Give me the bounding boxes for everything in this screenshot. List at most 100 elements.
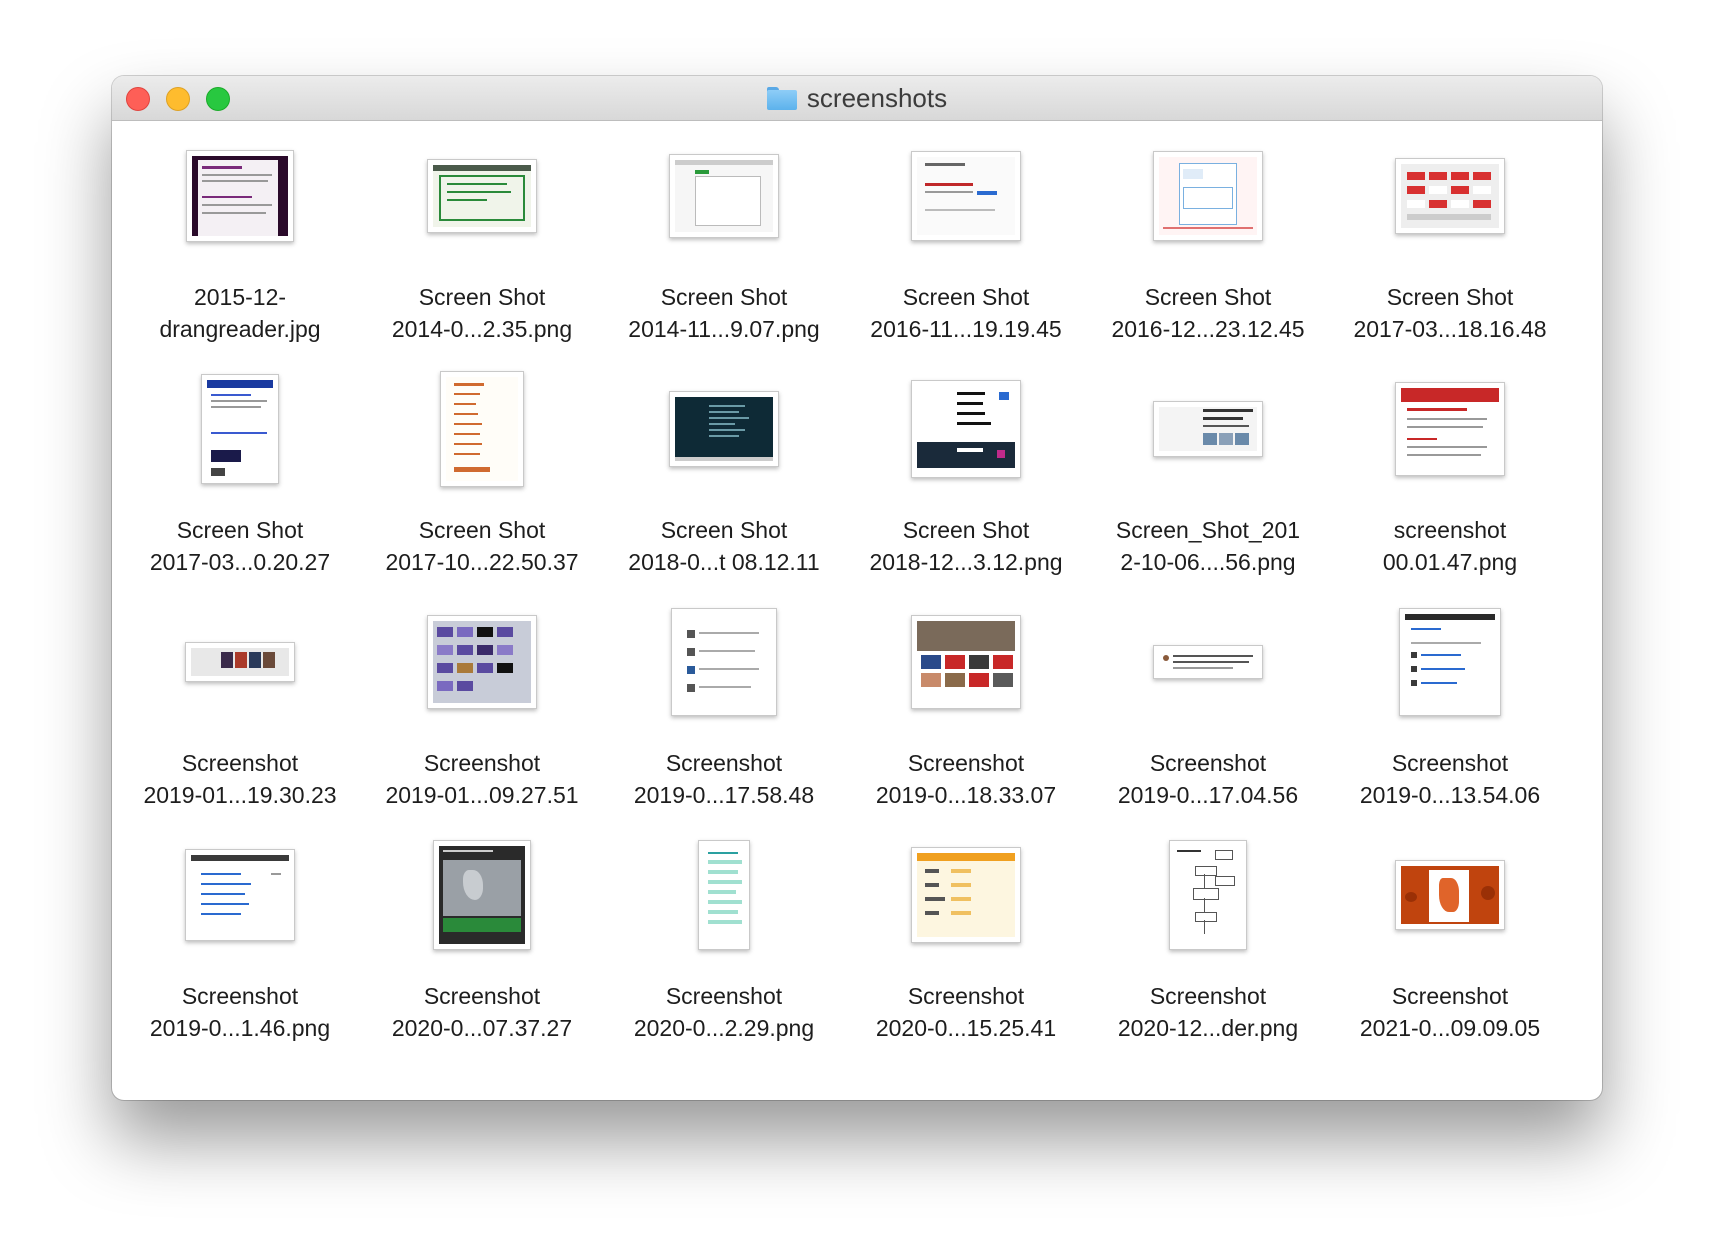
file-name-line2: 2-10-06....56.png (1120, 549, 1296, 575)
file-item[interactable]: Screenshot 2019-0...18.33.07 (845, 587, 1087, 820)
file-name-line2: 2014-0...2.35.png (391, 316, 573, 342)
file-name-line2: 2017-10...22.50.37 (385, 549, 579, 575)
file-item[interactable]: Screen Shot 2014-0...2.35.png (361, 121, 603, 354)
file-item[interactable]: Screen Shot 2017-03...0.20.27 (119, 354, 361, 587)
window-title-group: screenshots (112, 76, 1602, 120)
file-name-line1: Screenshot (907, 983, 1025, 1009)
file-thumbnail[interactable] (911, 847, 1021, 943)
file-name-line1: Screenshot (907, 750, 1025, 776)
file-item[interactable]: Screen Shot 2018-12...3.12.png (845, 354, 1087, 587)
file-item[interactable]: Screenshot 2020-12...der.png (1087, 820, 1329, 1053)
file-item[interactable]: Screen Shot 2017-03...18.16.48 (1329, 121, 1571, 354)
file-thumbnail[interactable] (1153, 645, 1263, 679)
file-thumbnail[interactable] (1395, 382, 1505, 476)
file-name-line2: 2016-12...23.12.45 (1111, 316, 1305, 342)
file-name-line2: 2019-0...18.33.07 (875, 782, 1057, 808)
file-thumbnail[interactable] (186, 150, 294, 242)
file-name-line2: 2019-0...17.58.48 (633, 782, 815, 808)
file-thumbnail[interactable] (911, 151, 1021, 241)
file-name: Screen Shot 2017-10...22.50.37 (361, 514, 603, 578)
file-thumbnail[interactable] (440, 371, 524, 487)
file-thumbnail[interactable] (1169, 840, 1247, 950)
file-thumbnail[interactable] (1395, 860, 1505, 930)
file-thumbnail[interactable] (185, 849, 295, 941)
file-item[interactable]: Screen Shot 2017-10...22.50.37 (361, 354, 603, 587)
file-name-line2: 00.01.47.png (1382, 549, 1518, 575)
file-name: Screen Shot 2014-0...2.35.png (361, 281, 603, 345)
file-name-line2: 2019-01...19.30.23 (143, 782, 337, 808)
file-name: Screen Shot 2017-03...18.16.48 (1329, 281, 1571, 345)
file-thumbnail[interactable] (427, 615, 537, 709)
file-name-line1: Screen Shot (176, 517, 304, 543)
file-thumbnail[interactable] (1399, 608, 1501, 716)
file-name: Screen Shot 2016-12...23.12.45 (1087, 281, 1329, 345)
title-bar[interactable]: screenshots (112, 76, 1602, 121)
file-name-line1: Screenshot (181, 983, 299, 1009)
file-thumbnail[interactable] (698, 840, 750, 950)
file-name: Screen Shot 2017-03...0.20.27 (119, 514, 361, 578)
file-name: Screen Shot 2016-11...19.19.45 (845, 281, 1087, 345)
file-item[interactable]: Screen Shot 2016-11...19.19.45 (845, 121, 1087, 354)
file-item[interactable]: Screen Shot 2014-11...9.07.png (603, 121, 845, 354)
file-name: Screenshot 2021-0...09.09.05 (1329, 980, 1571, 1044)
file-name: screenshot 00.01.47.png (1329, 514, 1571, 578)
file-name: Screenshot 2019-0...18.33.07 (845, 747, 1087, 811)
file-item[interactable]: Screenshot 2021-0...09.09.05 (1329, 820, 1571, 1053)
window-title: screenshots (806, 82, 948, 113)
file-name-line1: Screen Shot (1144, 284, 1272, 310)
file-name-line2: 2014-11...9.07.png (628, 316, 820, 342)
file-name-line2: 2019-0...17.04.56 (1117, 782, 1299, 808)
file-item[interactable]: Screen Shot 2018-0...t 08.12.11 (603, 354, 845, 587)
file-name-line2: 2018-12...3.12.png (869, 549, 1063, 575)
file-name: Screenshot 2019-0...13.54.06 (1329, 747, 1571, 811)
file-thumbnail[interactable] (911, 615, 1021, 709)
file-name: Screenshot 2020-0...15.25.41 (845, 980, 1087, 1044)
file-item[interactable]: Screenshot 2019-01...09.27.51 (361, 587, 603, 820)
file-thumbnail[interactable] (201, 374, 279, 484)
file-name-line1: 2015-12- (193, 284, 287, 310)
file-name-line1: Screenshot (423, 750, 541, 776)
file-thumbnail[interactable] (427, 159, 537, 233)
file-thumbnail[interactable] (1153, 151, 1263, 241)
file-item[interactable]: Screenshot 2019-01...19.30.23 (119, 587, 361, 820)
file-item[interactable]: Screenshot 2019-0...1.46.png (119, 820, 361, 1053)
file-name-line2: 2019-0...13.54.06 (1359, 782, 1541, 808)
folder-icon (766, 86, 797, 110)
file-item[interactable]: Screenshot 2019-0...17.04.56 (1087, 587, 1329, 820)
file-name-line2: 2019-01...09.27.51 (385, 782, 579, 808)
file-item[interactable]: Screenshot 2019-0...13.54.06 (1329, 587, 1571, 820)
file-name: Screen_Shot_201 2-10-06....56.png (1087, 514, 1329, 578)
file-item[interactable]: Screen_Shot_201 2-10-06....56.png (1087, 354, 1329, 587)
file-name-line2: 2019-0...1.46.png (149, 1015, 331, 1041)
file-name-line1: Screenshot (1149, 983, 1267, 1009)
file-name-line1: Screen Shot (660, 517, 788, 543)
file-thumbnail[interactable] (671, 608, 777, 716)
file-item[interactable]: Screenshot 2019-0...17.58.48 (603, 587, 845, 820)
file-name-line1: screenshot (1393, 517, 1507, 543)
file-thumbnail[interactable] (1395, 158, 1505, 234)
file-item[interactable]: Screenshot 2020-0...07.37.27 (361, 820, 603, 1053)
file-name-line2: 2020-0...07.37.27 (391, 1015, 573, 1041)
file-name: Screenshot 2020-12...der.png (1087, 980, 1329, 1044)
file-thumbnail[interactable] (185, 642, 295, 682)
file-item[interactable]: Screenshot 2020-0...2.29.png (603, 820, 845, 1053)
file-item[interactable]: 2015-12- drangreader.jpg (119, 121, 361, 354)
file-grid: 2015-12- drangreader.jpg Screen Shot 201… (112, 121, 1602, 1053)
file-name: Screenshot 2019-0...1.46.png (119, 980, 361, 1044)
file-item[interactable]: Screen Shot 2016-12...23.12.45 (1087, 121, 1329, 354)
file-name-line1: Screen Shot (902, 517, 1030, 543)
file-item[interactable]: Screenshot 2020-0...15.25.41 (845, 820, 1087, 1053)
file-name-line2: 2017-03...18.16.48 (1353, 316, 1547, 342)
file-name-line1: Screenshot (665, 983, 783, 1009)
file-item[interactable]: screenshot 00.01.47.png (1329, 354, 1571, 587)
file-name: Screenshot 2019-0...17.58.48 (603, 747, 845, 811)
file-thumbnail[interactable] (433, 840, 531, 950)
file-name: Screen Shot 2018-0...t 08.12.11 (603, 514, 845, 578)
file-name-line1: Screenshot (1391, 983, 1509, 1009)
file-thumbnail[interactable] (669, 391, 779, 467)
file-name: Screen Shot 2018-12...3.12.png (845, 514, 1087, 578)
file-thumbnail[interactable] (1153, 401, 1263, 457)
file-thumbnail[interactable] (911, 380, 1021, 478)
file-name-line2: 2021-0...09.09.05 (1359, 1015, 1541, 1041)
file-thumbnail[interactable] (669, 154, 779, 238)
